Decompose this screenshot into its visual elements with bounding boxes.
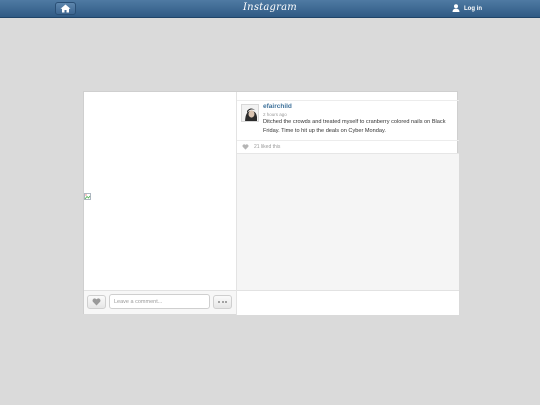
comments-area [237,154,459,290]
post-username[interactable]: efairchild [263,103,292,110]
like-button[interactable] [87,295,106,309]
small-heart-icon [242,144,250,151]
broken-image-icon [84,187,91,200]
likes-row: 21 liked this [237,140,459,154]
caption-block: efairchild 2 hours ago Ditched the crowd… [237,100,459,140]
more-options-button[interactable] [213,295,232,309]
post-time: 2 hours ago [263,112,287,117]
post-actions-bar [84,290,236,314]
likes-count: 21 liked this [254,144,281,150]
comment-input[interactable] [109,294,210,309]
heart-icon [92,293,101,311]
post-caption: Ditched the crowds and treated myself to… [263,119,446,134]
login-label: Log in [464,6,482,12]
login-button[interactable]: Log in [452,3,482,15]
user-icon [452,4,460,14]
info-footer [237,290,459,315]
photo-pane [84,92,236,289]
info-pane: efairchild 2 hours ago Ditched the crowd… [237,92,459,315]
top-nav-bar: Instagram Log in [0,0,540,18]
more-dots-icon [218,301,227,303]
avatar[interactable] [241,104,259,122]
post-card: efairchild 2 hours ago Ditched the crowd… [83,91,459,315]
